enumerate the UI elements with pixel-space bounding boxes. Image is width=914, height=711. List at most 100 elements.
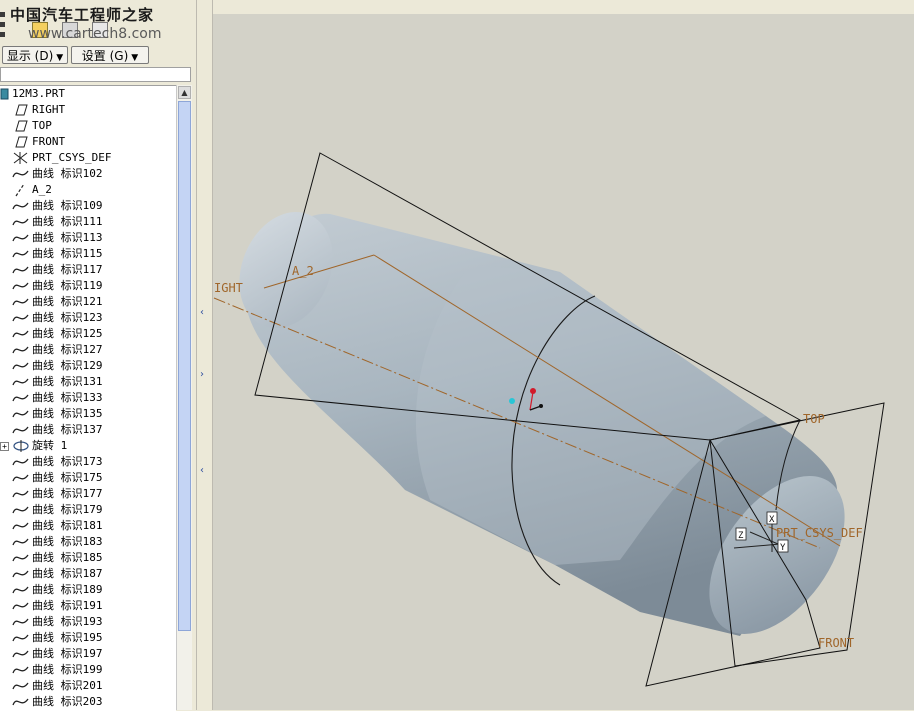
csys-y-label: Y — [780, 543, 786, 553]
tree-item[interactable]: A_2 — [0, 182, 176, 198]
graphics-viewport[interactable]: Z X Y IGHT A_2 TOP PRT_CSYS_DEF FRONT — [213, 14, 914, 710]
tree-item[interactable]: 曲线 标识195 — [0, 630, 176, 646]
tree-item-label: 曲线 标识137 — [32, 423, 103, 436]
curve-icon — [12, 647, 29, 661]
datum-top-label: TOP — [803, 412, 825, 426]
tree-root-item[interactable]: 12M3.PRT — [0, 86, 176, 102]
tree-item[interactable]: 曲线 标识179 — [0, 502, 176, 518]
spin-center-dot — [509, 398, 515, 404]
model-tree: 12M3.PRT RIGHT TOP FRONT PRT_CSYS_DEF 曲线 标识10… — [0, 85, 176, 711]
folder-icon[interactable] — [32, 22, 48, 38]
tree-item-label: 旋转 1 — [32, 439, 68, 452]
tree-item[interactable]: 曲线 标识115 — [0, 246, 176, 262]
curve-icon — [12, 663, 29, 677]
tree-item[interactable]: + 旋转 1 — [0, 438, 176, 454]
scroll-up-button[interactable]: ▲ — [178, 86, 191, 99]
tree-item[interactable]: 曲线 标识181 — [0, 518, 176, 534]
tree-item[interactable]: 曲线 标识203 — [0, 694, 176, 710]
tree-item-label: 曲线 标识201 — [32, 679, 103, 692]
show-menu-button[interactable]: 显示 (D) ▼ — [2, 46, 68, 64]
tree-item[interactable]: 曲线 标识133 — [0, 390, 176, 406]
expand-right-icon[interactable]: › — [200, 370, 208, 380]
tree-item-label: 曲线 标识135 — [32, 407, 103, 420]
tree-item[interactable]: 曲线 标识183 — [0, 534, 176, 550]
tree-scrollbar[interactable]: ▲ — [176, 85, 192, 710]
settings-menu-button[interactable]: 设置 (G) ▼ — [71, 46, 149, 64]
tree-item-label: 12M3.PRT — [12, 87, 65, 100]
panel-splitter[interactable]: ‹ › ‹ — [196, 0, 213, 710]
curve-icon — [12, 487, 29, 501]
tree-item[interactable]: 曲线 标识197 — [0, 646, 176, 662]
model-view-canvas[interactable]: Z X Y IGHT A_2 TOP PRT_CSYS_DEF FRONT — [213, 14, 914, 710]
tree-item-label: RIGHT — [32, 103, 66, 116]
tree-item[interactable]: PRT_CSYS_DEF — [0, 150, 176, 166]
tree-item[interactable]: 曲线 标识135 — [0, 406, 176, 422]
tree-item[interactable]: TOP — [0, 118, 176, 134]
tree-icon[interactable] — [62, 22, 78, 38]
tree-item[interactable]: 曲线 标识131 — [0, 374, 176, 390]
gear-icon[interactable] — [92, 22, 108, 38]
tree-item[interactable]: 曲线 标识175 — [0, 470, 176, 486]
curve-icon — [12, 343, 29, 357]
tree-item-label: 曲线 标识117 — [32, 263, 103, 276]
tree-item[interactable]: 曲线 标识199 — [0, 662, 176, 678]
tree-item[interactable]: 曲线 标识121 — [0, 294, 176, 310]
part-icon — [0, 87, 10, 101]
spin-axis-red-dot — [530, 388, 536, 394]
tree-item-label: 曲线 标识121 — [32, 295, 103, 308]
tree-item[interactable]: 曲线 标识127 — [0, 342, 176, 358]
tree-item-label: 曲线 标识193 — [32, 615, 103, 628]
curve-icon — [12, 615, 29, 629]
tree-item-label: FRONT — [32, 135, 66, 148]
curve-icon — [12, 551, 29, 565]
collapse-left-icon[interactable]: ‹ — [200, 308, 208, 318]
tree-item[interactable]: 曲线 标识177 — [0, 486, 176, 502]
tree-item[interactable]: 曲线 标识187 — [0, 566, 176, 582]
curve-icon — [12, 295, 29, 309]
curve-icon — [12, 583, 29, 597]
curve-icon — [12, 567, 29, 581]
show-menu-label: 显示 (D) — [6, 49, 54, 63]
curve-icon — [12, 247, 29, 261]
curve-icon — [12, 167, 29, 181]
tree-item[interactable]: 曲线 标识185 — [0, 550, 176, 566]
tree-item-label: 曲线 标识197 — [32, 647, 103, 660]
curve-icon — [12, 327, 29, 341]
datum-plane-icon — [12, 135, 29, 149]
tree-item[interactable]: 曲线 标识119 — [0, 278, 176, 294]
tree-item[interactable]: 曲线 标识125 — [0, 326, 176, 342]
tree-item[interactable]: 曲线 标识111 — [0, 214, 176, 230]
expand-toggle-icon[interactable]: + — [0, 442, 9, 451]
datum-plane-icon — [12, 103, 29, 117]
settings-menu-label: 设置 (G) — [81, 49, 129, 63]
chevron-down-icon: ▼ — [56, 53, 64, 63]
tree-item[interactable]: 曲线 标识191 — [0, 598, 176, 614]
tree-item[interactable]: 曲线 标识113 — [0, 230, 176, 246]
tree-filter-field[interactable] — [0, 67, 191, 82]
tree-item[interactable]: 曲线 标识123 — [0, 310, 176, 326]
datum-front-label: FRONT — [818, 636, 854, 650]
tree-item[interactable]: FRONT — [0, 134, 176, 150]
curve-icon — [12, 503, 29, 517]
tree-item[interactable]: 曲线 标识193 — [0, 614, 176, 630]
tree-item-label: 曲线 标识173 — [32, 455, 103, 468]
tree-item[interactable]: 曲线 标识117 — [0, 262, 176, 278]
toolbar-strip: 中国汽车工程师之家 www.cartech8.com — [0, 0, 207, 44]
tree-item[interactable]: 曲线 标识109 — [0, 198, 176, 214]
tree-item-label: 曲线 标识177 — [32, 487, 103, 500]
tree-item[interactable]: 曲线 标识189 — [0, 582, 176, 598]
spin-axis-black-dot — [539, 404, 543, 408]
csys-x-label: X — [769, 515, 775, 525]
tree-item[interactable]: 曲线 标识201 — [0, 678, 176, 694]
curve-icon — [12, 391, 29, 405]
tree-item-label: 曲线 标识129 — [32, 359, 103, 372]
tree-item[interactable]: 曲线 标识129 — [0, 358, 176, 374]
tree-item[interactable]: RIGHT — [0, 102, 176, 118]
tree-item[interactable]: 曲线 标识173 — [0, 454, 176, 470]
collapse-left-icon[interactable]: ‹ — [200, 466, 208, 476]
tree-item-label: 曲线 标识133 — [32, 391, 103, 404]
tree-item[interactable]: 曲线 标识102 — [0, 166, 176, 182]
tree-item-label: 曲线 标识203 — [32, 695, 103, 708]
scroll-thumb[interactable] — [178, 101, 191, 631]
tree-item[interactable]: 曲线 标识137 — [0, 422, 176, 438]
